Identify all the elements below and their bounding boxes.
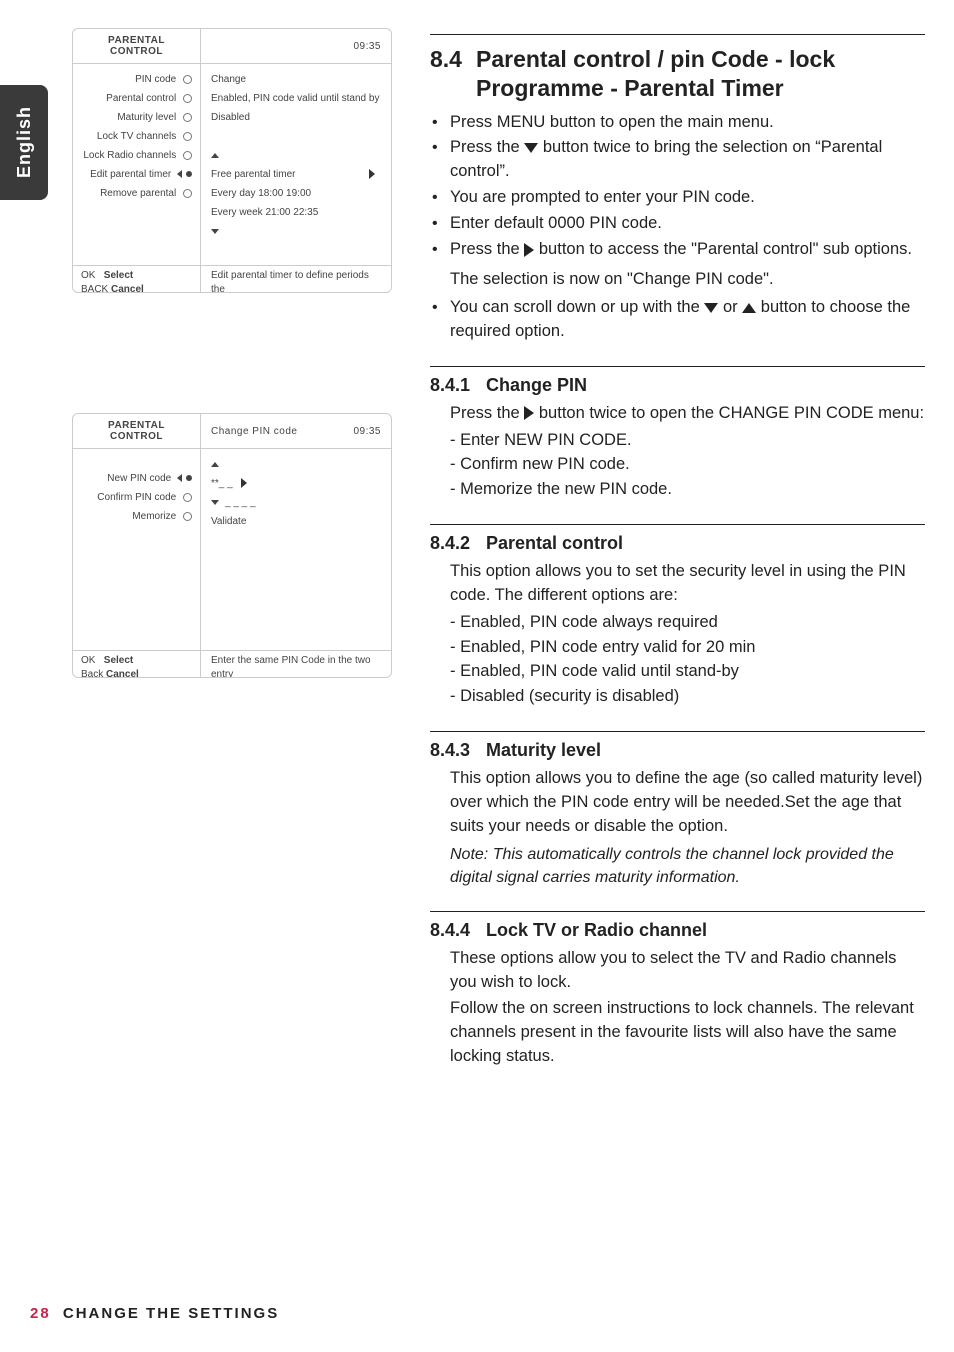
right-arrow-icon [524,243,534,257]
page-number: 28 [30,1305,51,1322]
subsection-title: Maturity level [486,740,601,761]
dash-item: Enabled, PIN code always required [430,610,925,635]
subsection-parental-control: 8.4.2Parental control This option allows… [430,524,925,709]
paragraph: This option allows you to define the age… [430,767,925,839]
panel-footer: OK Select Back Cancel Enter the same PIN… [73,650,391,678]
footer-key: OK [81,270,95,281]
footer-action: Select [104,655,133,666]
subsection-change-pin: 8.4.1Change PIN Press the button twice t… [430,366,925,502]
footer-key: OK [81,655,95,666]
panel-time: 09:35 [353,426,381,437]
footer-action: Cancel [106,669,139,678]
row-value: Enabled, PIN code valid until stand by [211,89,381,108]
subsection-number: 8.4.4 [430,920,486,941]
language-tab-label: English [14,106,35,178]
bullet-item: You can scroll down or up with the or bu… [430,296,925,344]
dash-item: Confirm new PIN code. [430,452,925,477]
panel-right-col: Change Enabled, PIN code valid until sta… [201,64,391,265]
panel-title: PARENTAL CONTROL [73,29,201,63]
subsection-title: Change PIN [486,375,587,396]
row-value: Disabled [211,108,381,127]
screenshot-parental-control: PARENTAL CONTROL 09:35 PIN code Parental… [72,28,392,293]
subsection-lock-channel: 8.4.4Lock TV or Radio channel These opti… [430,911,925,1069]
paragraph: This option allows you to set the securi… [430,560,925,608]
up-arrow-icon [742,303,756,313]
section-heading: 8.4 Parental control / pin Code - lock P… [430,45,925,103]
dash-item: Enabled, PIN code valid until stand-by [430,659,925,684]
panel-left-col: PIN code Parental control Maturity level… [73,64,201,265]
panel-time: 09:35 [353,41,381,52]
bullet-item: Press MENU button to open the main menu. [430,111,925,135]
subsection-title: Parental control [486,533,623,554]
subsection-number: 8.4.3 [430,740,486,761]
footer-key: Back [81,669,103,678]
section-bullets: Press MENU button to open the main menu.… [430,111,925,263]
subsection-maturity-level: 8.4.3Maturity level This option allows y… [430,731,925,889]
dash-item: Enabled, PIN code entry valid for 20 min [430,635,925,660]
row-value: Every week 21:00 22:35 [211,203,381,222]
dash-item: Memorize the new PIN code. [430,477,925,502]
paragraph: The selection is now on "Change PIN code… [430,268,925,292]
subsection-title: Lock TV or Radio channel [486,920,707,941]
row-label: Edit parental timer [90,169,171,180]
subsection-number: 8.4.1 [430,375,486,396]
panel-right-col: **_ _ _ _ _ _ Validate [201,449,391,650]
section-number: 8.4 [430,45,476,103]
row-label: New PIN code [107,473,171,484]
row-label: Confirm PIN code [97,492,176,503]
down-arrow-icon [704,303,718,313]
row-label: Lock Radio channels [83,150,176,161]
panel-subtitle: Change PIN code [211,426,297,437]
paragraph: These options allow you to select the TV… [430,947,925,995]
row-value: Free parental timer [211,169,295,180]
row-label: Remove parental [100,188,176,199]
subsection-number: 8.4.2 [430,533,486,554]
bullet-item: You are prompted to enter your PIN code. [430,186,925,210]
section-title: Parental control / pin Code - lock Progr… [476,45,925,103]
bullet-item: Press the button to access the "Parental… [430,238,925,262]
row-value [211,127,381,146]
row-label: PIN code [135,74,176,85]
language-tab: English [0,85,48,200]
bullet-item: Enter default 0000 PIN code. [430,212,925,236]
bullet-item: Press the button twice to bring the sele… [430,136,925,184]
dash-item: Disabled (security is disabled) [430,684,925,709]
row-value: _ _ _ _ [225,497,256,508]
row-label: Lock TV channels [97,131,176,142]
row-label: Parental control [106,93,176,104]
row-value: Validate [211,512,381,531]
footer-key: BACK [81,284,108,293]
down-arrow-icon [524,143,538,153]
row-label: Maturity level [117,112,176,123]
footer-hint: Enter the same PIN Code in the two entry [211,654,381,678]
footer-label: CHANGE THE SETTINGS [63,1305,279,1322]
panel-header: PARENTAL CONTROL 09:35 [73,29,391,64]
row-value: **_ _ [211,478,233,489]
dash-item: Enter NEW PIN CODE. [430,428,925,453]
row-value: Change [211,70,381,89]
panel-left-col: New PIN code Confirm PIN code Memorize [73,449,201,650]
footer-hint: Edit parental timer to define periods th… [211,269,381,293]
panel-title: PARENTAL CONTROL [73,414,201,448]
main-content: 8.4 Parental control / pin Code - lock P… [430,28,925,1071]
paragraph: Follow the on screen instructions to loc… [430,997,925,1069]
screenshot-change-pin: PARENTAL CONTROL Change PIN code 09:35 Ne… [72,413,392,678]
note-text: Note: This automatically controls the ch… [430,843,925,889]
panel-header: PARENTAL CONTROL Change PIN code 09:35 [73,414,391,449]
right-arrow-icon [524,406,534,420]
footer-action: Cancel [111,284,144,293]
footer-action: Select [104,270,133,281]
row-value: Every day 18:00 19:00 [211,184,381,203]
row-label: Memorize [132,511,176,522]
panel-footer: OK Select BACK Cancel Edit parental time… [73,265,391,293]
paragraph: Press the button twice to open the CHANG… [430,402,925,426]
page-footer: 28 CHANGE THE SETTINGS [30,1305,279,1322]
